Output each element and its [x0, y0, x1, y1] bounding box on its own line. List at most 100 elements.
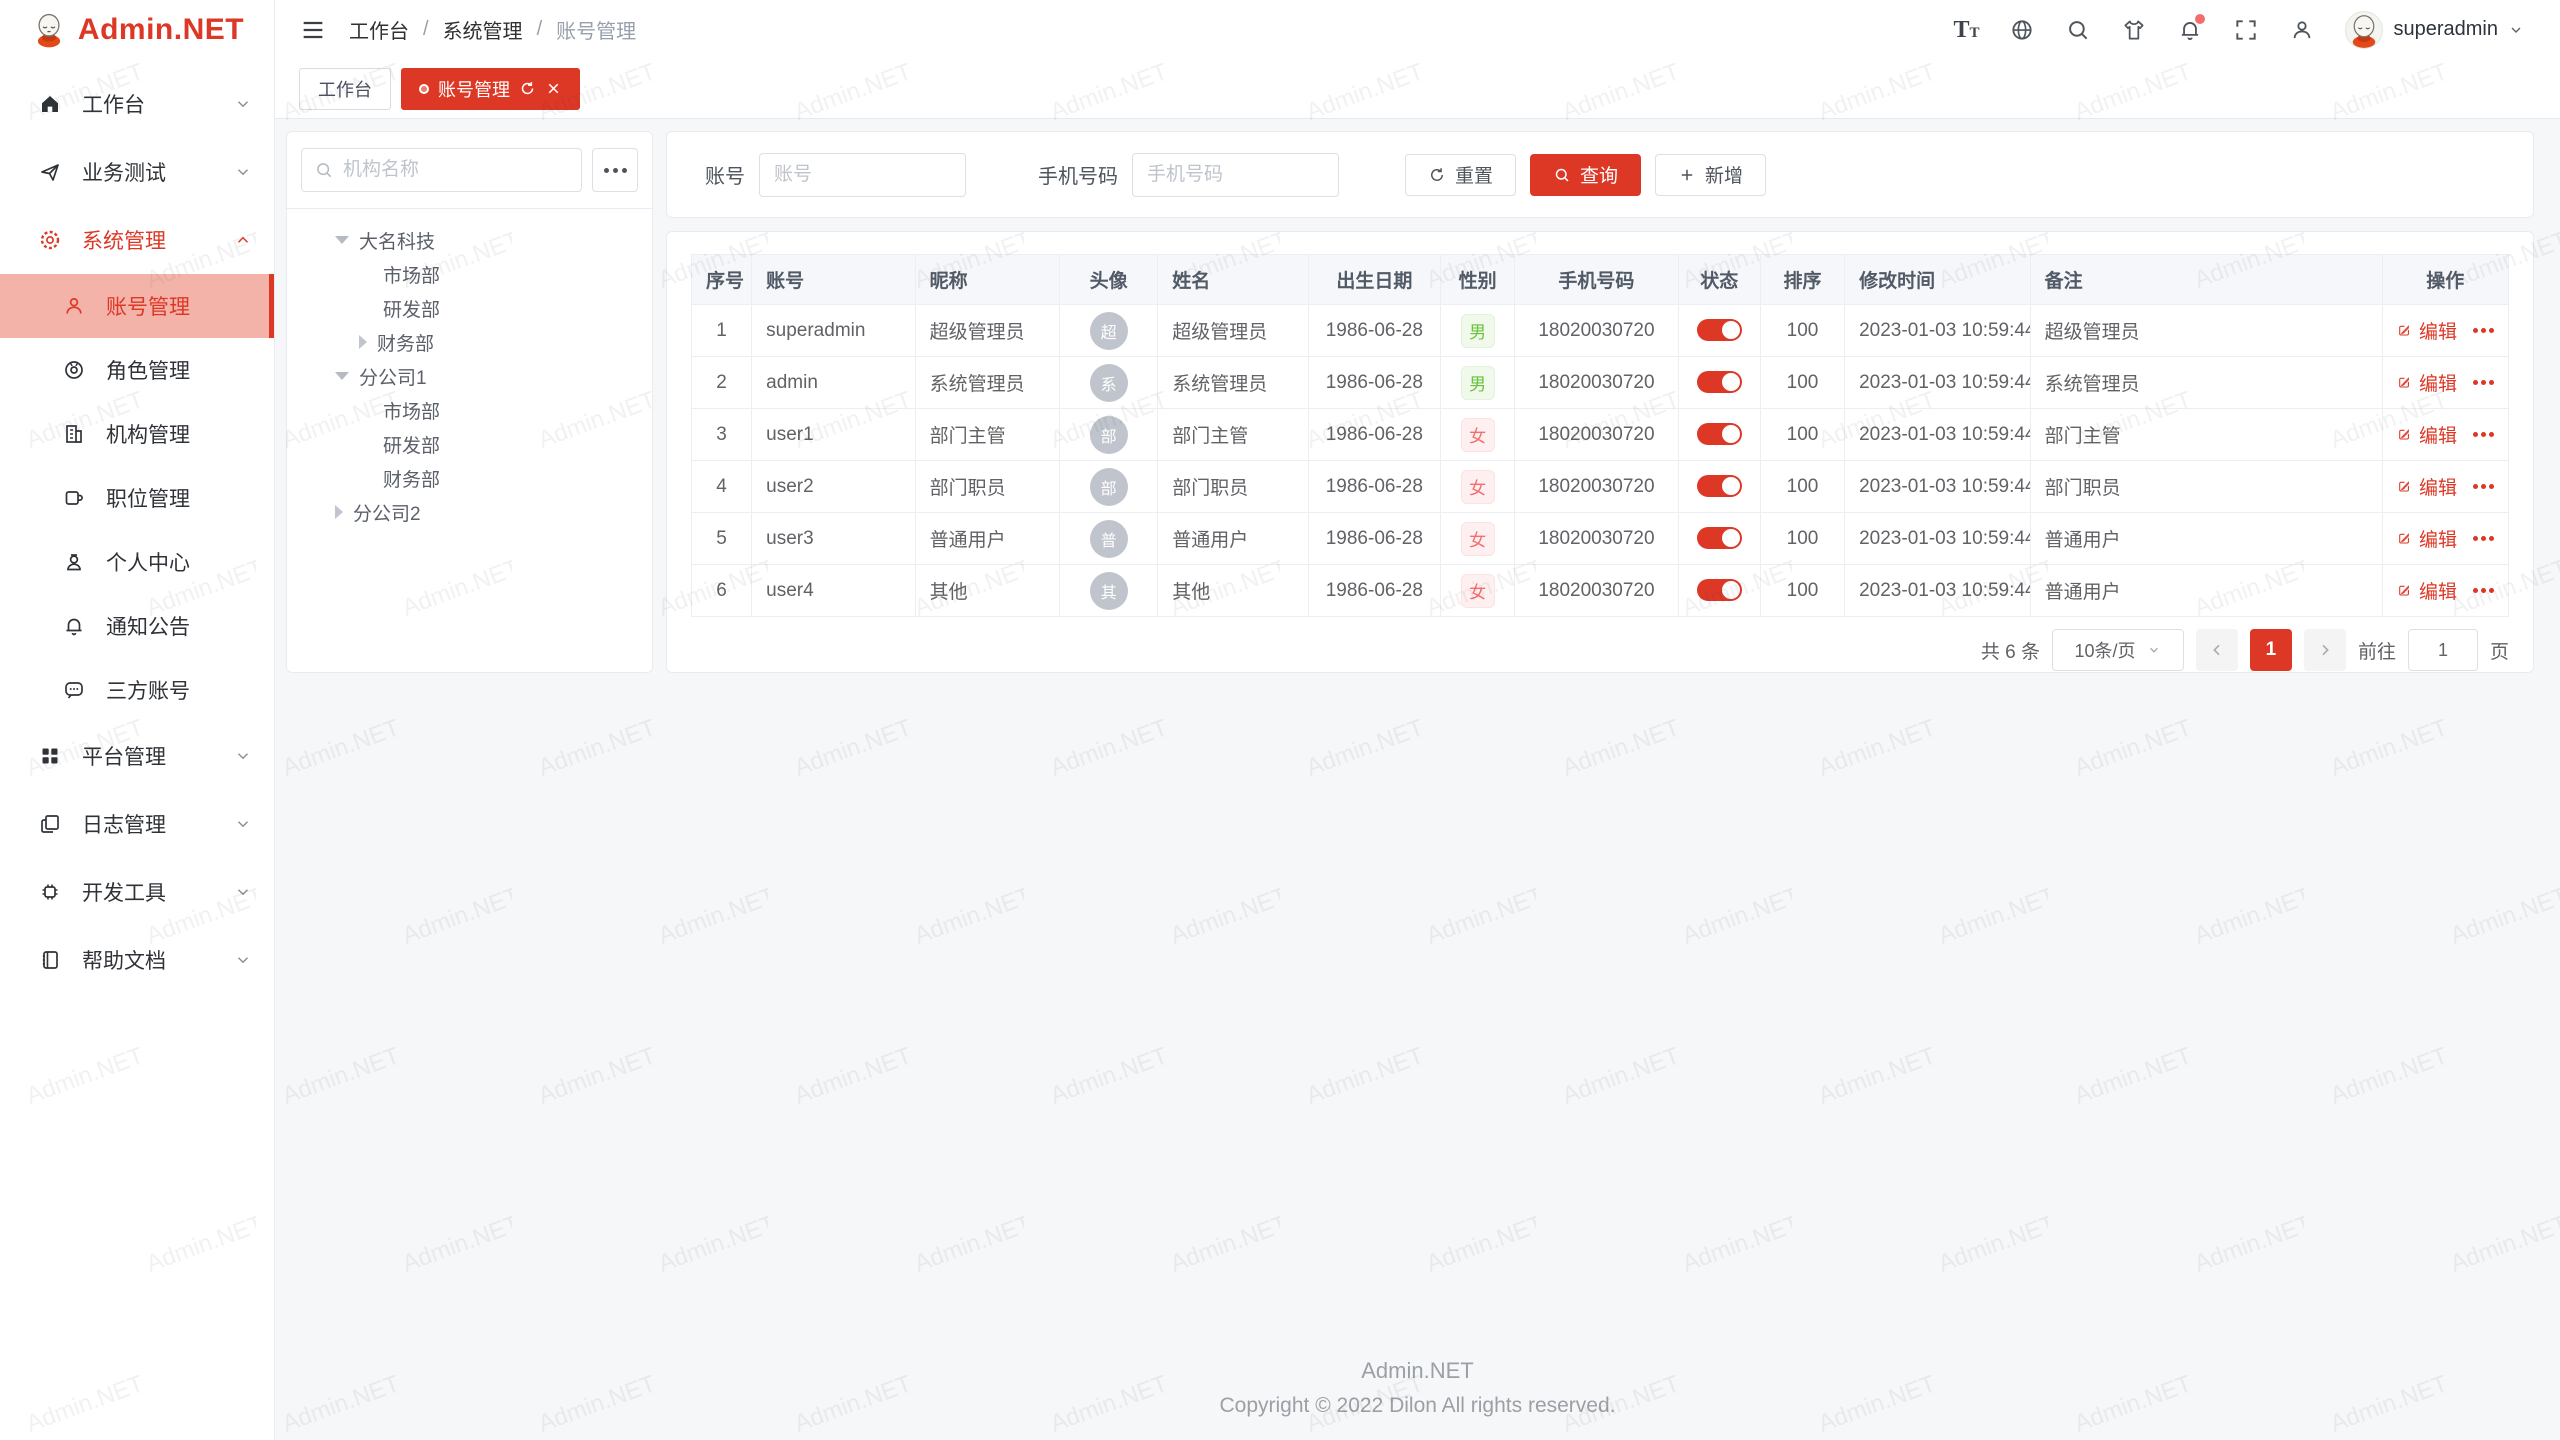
sidebar-item-help-docs[interactable]: 帮助文档: [0, 926, 274, 994]
tree-node[interactable]: 市场部: [301, 393, 638, 427]
tab-label: 工作台: [318, 76, 372, 102]
theme-shirt-icon[interactable]: [2121, 17, 2147, 43]
more-actions-icon[interactable]: [2473, 484, 2494, 489]
sidebar-item-workbench[interactable]: 工作台: [0, 70, 274, 138]
status-toggle[interactable]: [1697, 371, 1742, 393]
refresh-icon[interactable]: [519, 80, 536, 97]
caret-right-icon[interactable]: [359, 335, 367, 349]
more-actions-icon[interactable]: [2473, 328, 2494, 333]
reset-button[interactable]: 重置: [1405, 154, 1516, 196]
edit-button[interactable]: 编辑: [2419, 421, 2457, 448]
breadcrumb-item-workbench[interactable]: 工作台: [349, 15, 409, 44]
cell-modified: 2023-01-03 10:59:44: [1845, 409, 2031, 461]
tree-node[interactable]: 财务部: [301, 461, 638, 495]
sidebar-item-dev-tools[interactable]: 开发工具: [0, 858, 274, 926]
status-toggle[interactable]: [1697, 475, 1742, 497]
tree-node[interactable]: 分公司2: [301, 495, 638, 529]
prev-page-button[interactable]: [2196, 629, 2238, 671]
edit-icon[interactable]: [2397, 373, 2411, 392]
plus-icon: [1678, 166, 1696, 184]
sidebar-item-platform-management[interactable]: 平台管理: [0, 722, 274, 790]
next-page-button[interactable]: [2304, 629, 2346, 671]
tab-account-management[interactable]: 账号管理: [401, 68, 580, 110]
phone-filter-input[interactable]: [1132, 153, 1339, 197]
footer-copyright: Copyright © 2022 Dilon All rights reserv…: [275, 1394, 2560, 1418]
user-menu[interactable]: superadmin: [2345, 11, 2524, 49]
tab-workbench[interactable]: 工作台: [299, 68, 391, 110]
edit-button[interactable]: 编辑: [2419, 473, 2457, 500]
tab-bar: 工作台 账号管理: [275, 59, 2560, 119]
status-toggle[interactable]: [1697, 423, 1742, 445]
status-toggle[interactable]: [1697, 579, 1742, 601]
edit-button[interactable]: 编辑: [2419, 525, 2457, 552]
edit-button[interactable]: 编辑: [2419, 577, 2457, 604]
col-name: 姓名: [1158, 255, 1308, 305]
sidebar-item-account-management[interactable]: 账号管理: [0, 274, 274, 338]
tree-node[interactable]: 研发部: [301, 427, 638, 461]
profile-icon[interactable]: [2289, 17, 2315, 43]
sidebar-item-system-management[interactable]: 系统管理: [0, 206, 274, 274]
goto-page-input[interactable]: [2408, 629, 2478, 671]
edit-button[interactable]: 编辑: [2419, 317, 2457, 344]
page-size-select[interactable]: 10条/页: [2052, 629, 2184, 671]
tree-node-label: 分公司2: [353, 499, 421, 526]
notification-badge: [2195, 14, 2205, 24]
query-button[interactable]: 查询: [1530, 154, 1641, 196]
language-icon[interactable]: [2009, 17, 2035, 43]
account-filter-input[interactable]: [759, 153, 966, 197]
sidebar-item-role-management[interactable]: 角色管理: [0, 338, 274, 402]
col-modified: 修改时间: [1845, 255, 2031, 305]
edit-icon[interactable]: [2397, 321, 2411, 340]
phone-filter-label: 手机号码: [1038, 160, 1118, 189]
current-page-button[interactable]: 1: [2250, 629, 2292, 671]
more-actions-icon[interactable]: [2473, 588, 2494, 593]
notification-bell-icon[interactable]: [2177, 17, 2203, 43]
sidebar-item-notice[interactable]: 通知公告: [0, 594, 274, 658]
tree-node[interactable]: 研发部: [301, 291, 638, 325]
chip-icon: [38, 880, 62, 904]
tree-node[interactable]: 财务部: [301, 325, 638, 359]
cell-phone: 18020030720: [1515, 461, 1678, 513]
caret-right-icon[interactable]: [335, 505, 343, 519]
role-icon: [62, 358, 86, 382]
menu-fold-icon[interactable]: [299, 16, 327, 44]
tree-more-button[interactable]: [592, 148, 638, 192]
chevron-left-icon: [2209, 642, 2225, 658]
row-avatar: 超: [1090, 312, 1128, 350]
row-avatar: 系: [1090, 364, 1128, 402]
org-search-input[interactable]: [343, 159, 569, 181]
sidebar-item-business-test[interactable]: 业务测试: [0, 138, 274, 206]
edit-icon[interactable]: [2397, 529, 2411, 548]
sidebar-item-position-management[interactable]: 职位管理: [0, 466, 274, 530]
edit-icon[interactable]: [2397, 477, 2411, 496]
tree-node[interactable]: 分公司1: [301, 359, 638, 393]
add-button[interactable]: 新增: [1655, 154, 1766, 196]
cell-modified: 2023-01-03 10:59:44: [1845, 461, 2031, 513]
status-toggle[interactable]: [1697, 319, 1742, 341]
tree-node[interactable]: 市场部: [301, 257, 638, 291]
edit-button[interactable]: 编辑: [2419, 369, 2457, 396]
more-actions-icon[interactable]: [2473, 536, 2494, 541]
search-icon[interactable]: [2065, 17, 2091, 43]
caret-down-icon[interactable]: [335, 236, 349, 244]
more-actions-icon[interactable]: [2473, 432, 2494, 437]
col-remark: 备注: [2030, 255, 2382, 305]
sidebar-item-org-management[interactable]: 机构管理: [0, 402, 274, 466]
edit-icon[interactable]: [2397, 425, 2411, 444]
more-actions-icon[interactable]: [2473, 380, 2494, 385]
tree-node[interactable]: 大名科技: [301, 223, 638, 257]
sidebar-item-log-management[interactable]: 日志管理: [0, 790, 274, 858]
status-toggle[interactable]: [1697, 527, 1742, 549]
cell-account: user2: [752, 461, 915, 513]
search-icon: [314, 160, 334, 180]
sidebar-item-personal-center[interactable]: 个人中心: [0, 530, 274, 594]
close-icon[interactable]: [545, 80, 562, 97]
edit-icon[interactable]: [2397, 581, 2411, 600]
fullscreen-icon[interactable]: [2233, 17, 2259, 43]
sidebar-item-third-party-account[interactable]: 三方账号: [0, 658, 274, 722]
breadcrumb-item-system[interactable]: 系统管理: [443, 15, 523, 44]
caret-down-icon[interactable]: [335, 372, 349, 380]
col-sort: 排序: [1760, 255, 1844, 305]
user-table-panel: 序号 账号 昵称 头像 姓名 出生日期 性别 手机号码 状态 排序 修改时间: [666, 231, 2534, 673]
font-size-icon[interactable]: TT: [1953, 18, 1979, 42]
